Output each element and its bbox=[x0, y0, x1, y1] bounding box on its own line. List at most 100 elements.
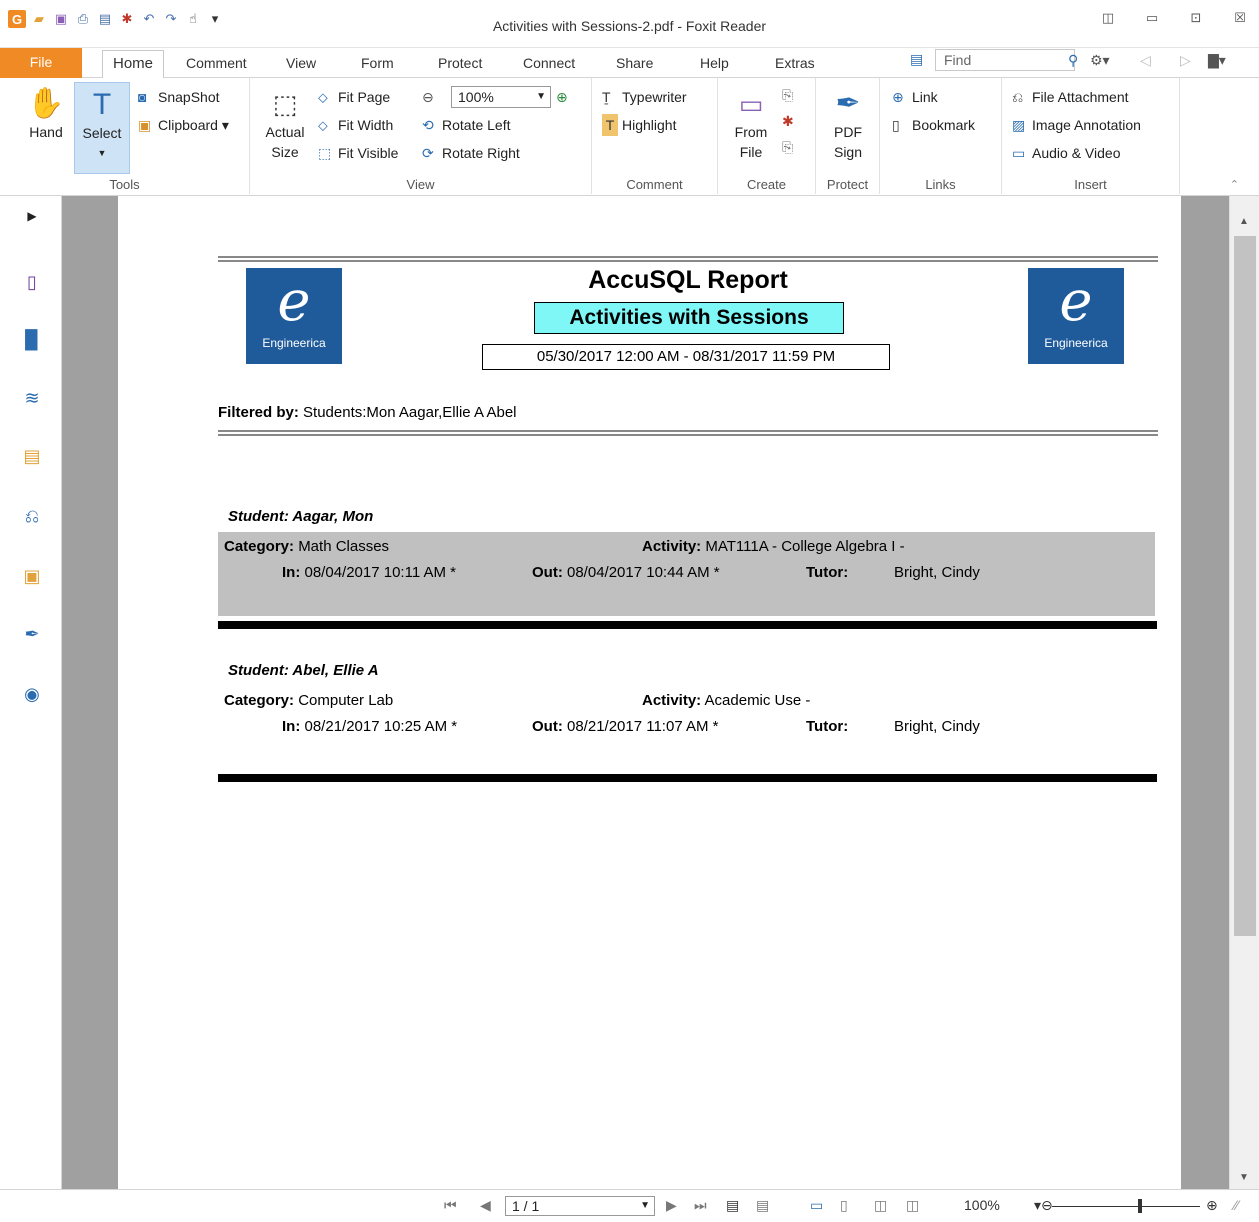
maximize-icon[interactable]: ⊡ bbox=[1183, 10, 1209, 26]
clipboard-button[interactable]: ▣ Clipboard ▾ bbox=[138, 114, 229, 136]
next-result-icon[interactable]: ▷ bbox=[1180, 52, 1191, 69]
group-protect: ✒ PDF Sign Protect bbox=[816, 78, 880, 194]
zoom-select[interactable]: 100% ▼ bbox=[451, 86, 551, 108]
tab-comment[interactable]: Comment bbox=[186, 53, 247, 79]
next-view-icon[interactable]: ▤ bbox=[756, 1197, 769, 1214]
film-icon: ▭ bbox=[1012, 145, 1026, 161]
ribbon-display-icon[interactable]: ◫ bbox=[1095, 10, 1121, 26]
tab-help[interactable]: Help bbox=[700, 53, 729, 79]
fit-width-icon: ⬦ bbox=[318, 117, 328, 133]
student-name: Student: Abel, Ellie A bbox=[228, 662, 379, 679]
tab-protect[interactable]: Protect bbox=[438, 53, 482, 79]
audio-video-button[interactable]: ▭ Audio & Video bbox=[1012, 142, 1120, 164]
tab-share[interactable]: Share bbox=[616, 53, 653, 79]
chevron-down-icon: ▼ bbox=[640, 1200, 650, 1211]
layers-icon[interactable]: ≋ bbox=[20, 386, 44, 410]
zoom-in-icon[interactable]: ⊕ bbox=[1206, 1197, 1218, 1214]
minimize-icon[interactable]: ▭ bbox=[1139, 10, 1165, 26]
fingerprint-icon[interactable]: ◉ bbox=[20, 682, 44, 706]
filter-line: Filtered by: Students:Mon Aagar,Ellie A … bbox=[218, 404, 517, 421]
facing-icon[interactable]: ◫ bbox=[874, 1197, 887, 1214]
find-options-icon[interactable]: ▤ bbox=[910, 51, 923, 68]
collapse-ribbon-icon[interactable]: ⌃ bbox=[1230, 178, 1239, 191]
rotate-right-icon: ⟳ bbox=[422, 145, 434, 161]
from-file-icon: ▭ bbox=[738, 89, 764, 119]
continuous-facing-icon[interactable]: ◫ bbox=[906, 1197, 919, 1214]
previous-view-icon[interactable]: ▤ bbox=[726, 1197, 739, 1214]
highlight-button[interactable]: T Highlight bbox=[602, 114, 676, 136]
zoom-out-icon[interactable]: ▾⊖ bbox=[1034, 1197, 1053, 1214]
actual-size-button[interactable]: ⬚ Actual Size bbox=[260, 82, 310, 162]
lock-icon[interactable]: ▣ bbox=[20, 564, 44, 588]
settings-icon[interactable]: ⚙▾ bbox=[1090, 52, 1110, 69]
page-thumbnails-icon[interactable]: ▯ bbox=[20, 270, 44, 294]
account-icon[interactable]: ▇▾ bbox=[1208, 52, 1226, 69]
signature-panel-icon[interactable]: ✒ bbox=[20, 622, 44, 646]
group-links: ⊕ Link ▯ Bookmark Links bbox=[880, 78, 1002, 194]
activity-field: Activity: MAT111A - College Algebra I - bbox=[642, 538, 905, 555]
typewriter-icon: Ṯ bbox=[602, 89, 611, 105]
scroll-up-icon[interactable]: ▲ bbox=[1239, 216, 1249, 227]
bookmarks-panel-icon[interactable]: ▉ bbox=[20, 328, 44, 352]
tutor-value: Bright, Cindy bbox=[894, 718, 980, 735]
fit-visible-icon: ⬚ bbox=[318, 145, 332, 161]
group-tools: ✋ Hand T Select ▼ ◙ SnapShot ▣ Clipboard ▾… bbox=[0, 78, 250, 194]
tab-view[interactable]: View bbox=[286, 53, 316, 79]
snapshot-button[interactable]: ◙ SnapShot bbox=[138, 86, 220, 108]
vertical-scrollbar[interactable]: ▲ ▼ bbox=[1229, 196, 1259, 1189]
previous-page-icon[interactable]: ◀ bbox=[480, 1197, 491, 1214]
page-number-input[interactable]: 1 / 1 ▼ bbox=[505, 1196, 655, 1216]
link-button[interactable]: ⊕ Link bbox=[892, 86, 938, 108]
scrollbar-thumb[interactable] bbox=[1234, 236, 1256, 936]
search-icon[interactable]: ⚲ bbox=[1068, 52, 1078, 69]
expand-panel-icon[interactable]: ▶ bbox=[20, 204, 44, 228]
attachments-icon[interactable]: ⎌ bbox=[20, 504, 44, 528]
student-name: Student: Aagar, Mon bbox=[228, 508, 374, 525]
record-block: Category: Computer Lab Activity: Academi… bbox=[218, 686, 1155, 770]
zoom-in-icon[interactable]: ⊕ bbox=[556, 86, 568, 108]
tab-connect[interactable]: Connect bbox=[523, 53, 575, 79]
rotate-right-button[interactable]: ⟳ Rotate Right bbox=[422, 142, 520, 164]
document-viewport[interactable]: e Engineerica e Engineerica AccuSQL Repo… bbox=[62, 196, 1229, 1189]
scroll-down-icon[interactable]: ▼ bbox=[1239, 1172, 1249, 1183]
engineerica-logo-left: e Engineerica bbox=[246, 268, 342, 364]
tab-form[interactable]: Form bbox=[361, 53, 394, 79]
continuous-icon[interactable]: ▯ bbox=[840, 1197, 848, 1214]
file-attachment-button[interactable]: ⎌ File Attachment bbox=[1012, 86, 1129, 108]
record-separator bbox=[218, 621, 1157, 629]
single-page-icon[interactable]: ▭ bbox=[810, 1197, 823, 1214]
typewriter-button[interactable]: Ṯ Typewriter bbox=[602, 86, 687, 108]
tab-home[interactable]: Home bbox=[102, 50, 165, 79]
next-page-icon[interactable]: ▶ bbox=[666, 1197, 677, 1214]
first-page-icon[interactable]: ⏮ bbox=[444, 1197, 457, 1214]
report-subtitle: Activities with Sessions bbox=[534, 302, 844, 334]
find-input[interactable]: Find bbox=[935, 49, 1075, 71]
header-top-rule bbox=[218, 256, 1158, 262]
from-file-button[interactable]: ▭ From File bbox=[726, 82, 776, 162]
bookmark-button[interactable]: ▯ Bookmark bbox=[892, 114, 975, 136]
fit-page-button[interactable]: ⬦ Fit Page bbox=[318, 86, 390, 108]
select-text-icon: T bbox=[92, 88, 112, 121]
pdf-sign-button[interactable]: ✒ PDF Sign bbox=[822, 82, 874, 162]
zoom-slider-handle[interactable] bbox=[1138, 1199, 1142, 1213]
close-icon[interactable]: ☒ bbox=[1227, 10, 1253, 26]
logo-e-icon: e bbox=[1059, 269, 1093, 334]
fit-width-button[interactable]: ⬦ Fit Width bbox=[318, 114, 393, 136]
last-page-icon[interactable]: ⏭ bbox=[694, 1197, 707, 1214]
prev-result-icon[interactable]: ◁ bbox=[1140, 52, 1151, 69]
from-clipboard-icon[interactable]: ⎘ bbox=[782, 136, 793, 158]
image-annotation-button[interactable]: ▨ Image Annotation bbox=[1012, 114, 1141, 136]
blank-page-icon[interactable]: ✱ bbox=[782, 110, 794, 132]
fit-visible-button[interactable]: ⬚ Fit Visible bbox=[318, 142, 398, 164]
tab-file[interactable]: File bbox=[0, 48, 82, 78]
rotate-left-button[interactable]: ⟲ Rotate Left bbox=[422, 114, 511, 136]
from-scanner-icon[interactable]: ⎘ bbox=[782, 84, 793, 106]
hand-button[interactable]: ✋ Hand bbox=[24, 82, 68, 142]
in-field: In: 08/21/2017 10:25 AM * bbox=[282, 718, 458, 735]
tab-extras[interactable]: Extras bbox=[775, 53, 815, 79]
report-title: AccuSQL Report bbox=[588, 266, 788, 294]
select-button[interactable]: T Select ▼ bbox=[74, 82, 130, 174]
zoom-slider[interactable] bbox=[1052, 1206, 1200, 1207]
comments-panel-icon[interactable]: ▤ bbox=[20, 444, 44, 468]
zoom-out-icon[interactable]: ⊖ bbox=[422, 86, 434, 108]
